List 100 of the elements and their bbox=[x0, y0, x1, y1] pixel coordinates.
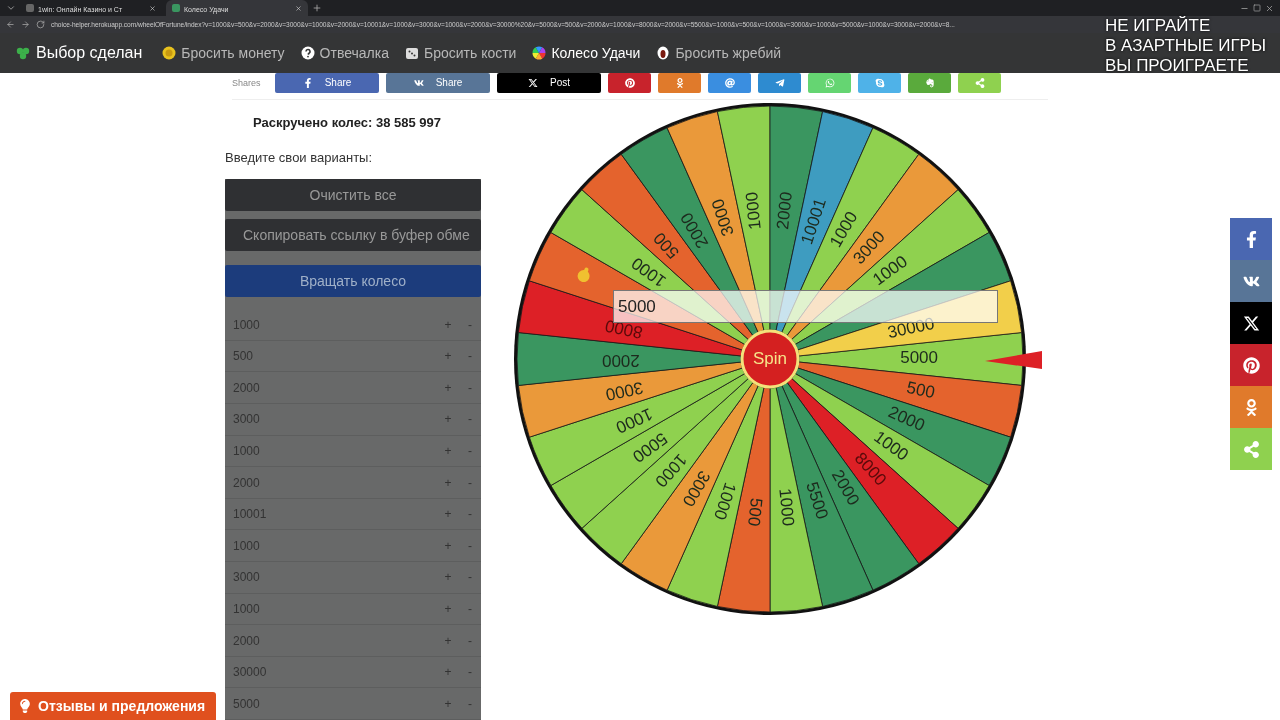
nav-link[interactable]: Бросить монету bbox=[162, 44, 285, 61]
close-tab-icon[interactable] bbox=[295, 4, 302, 12]
nav-link[interactable]: Отвечалка bbox=[300, 44, 389, 61]
decrease-button[interactable]: - bbox=[459, 665, 481, 680]
increase-button[interactable]: + bbox=[437, 696, 459, 711]
increase-button[interactable]: + bbox=[437, 317, 459, 332]
segment-label: 500 bbox=[649, 228, 683, 263]
question-icon bbox=[300, 45, 315, 60]
increase-button[interactable]: + bbox=[437, 665, 459, 680]
share-button[interactable] bbox=[708, 72, 751, 93]
options-prompt: Введите свои варианты: bbox=[225, 149, 374, 168]
pinterest-icon bbox=[1242, 356, 1260, 374]
spin-button[interactable] bbox=[740, 329, 800, 389]
close-icon[interactable] bbox=[1265, 3, 1274, 13]
increase-button[interactable]: + bbox=[437, 507, 459, 522]
segment-label: 1000 bbox=[613, 404, 656, 438]
decrease-button[interactable]: - bbox=[459, 538, 481, 553]
share-button[interactable] bbox=[858, 72, 901, 93]
mail-icon bbox=[724, 77, 735, 88]
increase-button[interactable]: + bbox=[437, 633, 459, 648]
decrease-button[interactable]: - bbox=[459, 443, 481, 458]
segment-label: 2000 bbox=[885, 402, 928, 436]
evernote-icon bbox=[924, 77, 935, 88]
segment-label: 2000 bbox=[602, 350, 640, 370]
nav-link[interactable]: Колесо Удачи bbox=[532, 44, 641, 61]
pointer-icon bbox=[985, 351, 1042, 370]
share-button[interactable] bbox=[1230, 302, 1272, 344]
share-button[interactable] bbox=[808, 72, 851, 93]
skype-icon bbox=[874, 77, 885, 88]
share-button[interactable] bbox=[658, 72, 701, 93]
site-icon bbox=[172, 3, 180, 12]
dice-icon bbox=[404, 45, 419, 60]
vk-icon bbox=[413, 77, 424, 88]
back-icon[interactable] bbox=[6, 20, 15, 30]
share-button[interactable] bbox=[908, 72, 951, 93]
segment-label: 500 bbox=[744, 497, 766, 528]
increase-button[interactable]: + bbox=[437, 380, 459, 395]
decrease-button[interactable]: - bbox=[459, 601, 481, 616]
clover-icon bbox=[16, 45, 30, 60]
segment-label: 5000 bbox=[900, 348, 938, 368]
site-logo[interactable]: Выбор сделан bbox=[16, 43, 143, 62]
segment-label: 8000 bbox=[603, 316, 645, 343]
share-button[interactable] bbox=[758, 72, 801, 93]
warning-text: НЕ ИГРАЙТЕ bbox=[1105, 16, 1212, 36]
increase-button[interactable]: + bbox=[437, 412, 459, 427]
share-button[interactable]: Post bbox=[497, 72, 601, 93]
spin-wheel-button[interactable]: Вращать колесо bbox=[225, 265, 481, 298]
share-button[interactable]: Share bbox=[386, 72, 490, 93]
pinterest-icon bbox=[624, 77, 635, 88]
warning-text: В АЗАРТНЫЕ ИГРЫ bbox=[1105, 36, 1266, 56]
share-button[interactable]: Share bbox=[275, 72, 379, 93]
increase-button[interactable]: + bbox=[437, 601, 459, 616]
decrease-button[interactable]: - bbox=[459, 475, 481, 490]
new-tab-icon[interactable] bbox=[312, 3, 322, 13]
nav-link[interactable]: Бросить кости bbox=[404, 44, 517, 61]
decrease-button[interactable]: - bbox=[459, 412, 481, 427]
site-icon bbox=[26, 3, 34, 12]
share-button[interactable] bbox=[608, 72, 651, 93]
ok-icon bbox=[674, 77, 685, 88]
share-icon bbox=[1242, 440, 1260, 458]
telegram-icon bbox=[774, 77, 785, 88]
increase-button[interactable]: + bbox=[437, 475, 459, 490]
clear-button[interactable]: Очистить все bbox=[225, 179, 481, 212]
wheel-icon bbox=[532, 45, 547, 60]
segment-label: 2000 bbox=[773, 191, 796, 231]
increase-button[interactable]: + bbox=[437, 570, 459, 585]
segment-label: 1000 bbox=[710, 480, 740, 523]
decrease-button[interactable]: - bbox=[459, 349, 481, 364]
maximize-icon[interactable] bbox=[1253, 4, 1261, 12]
decrease-button[interactable]: - bbox=[459, 570, 481, 585]
increase-button[interactable]: + bbox=[437, 443, 459, 458]
warning-text: ВЫ ПРОИГРАЕТЕ bbox=[1105, 56, 1250, 76]
segment-label: 10001 bbox=[797, 196, 830, 248]
reload-icon[interactable] bbox=[36, 20, 45, 30]
decrease-button[interactable]: - bbox=[459, 633, 481, 648]
share-button[interactable] bbox=[958, 72, 1001, 93]
coin-icon bbox=[162, 45, 177, 60]
facebook-icon bbox=[302, 77, 313, 88]
segment-label: 500 bbox=[904, 378, 937, 403]
feedback-button[interactable]: Отзывы и предложения bbox=[10, 692, 216, 720]
segment-label: 1000 bbox=[775, 487, 798, 528]
share-icon bbox=[974, 77, 985, 88]
share-count-label: Shares bbox=[232, 77, 262, 88]
spin-counter: Раскручено колес: 38 585 997 bbox=[252, 114, 442, 133]
decrease-button[interactable]: - bbox=[459, 317, 481, 332]
tab-list-icon[interactable] bbox=[6, 3, 16, 13]
forward-icon[interactable] bbox=[21, 20, 30, 30]
decrease-button[interactable]: - bbox=[459, 380, 481, 395]
close-tab-icon[interactable] bbox=[149, 4, 156, 12]
x-icon bbox=[1242, 314, 1260, 332]
nav-link[interactable]: Бросить жребий bbox=[656, 44, 782, 61]
whatsapp-icon bbox=[824, 77, 835, 88]
increase-button[interactable]: + bbox=[437, 538, 459, 553]
decrease-button[interactable]: - bbox=[459, 696, 481, 711]
segment-label: 3000 bbox=[603, 378, 645, 405]
segment-label: 1000 bbox=[742, 191, 765, 231]
copy-link-button[interactable]: Скопировать ссылку в буфер обме bbox=[225, 219, 481, 252]
decrease-button[interactable]: - bbox=[459, 507, 481, 522]
bulb-icon bbox=[18, 699, 32, 713]
increase-button[interactable]: + bbox=[437, 349, 459, 364]
